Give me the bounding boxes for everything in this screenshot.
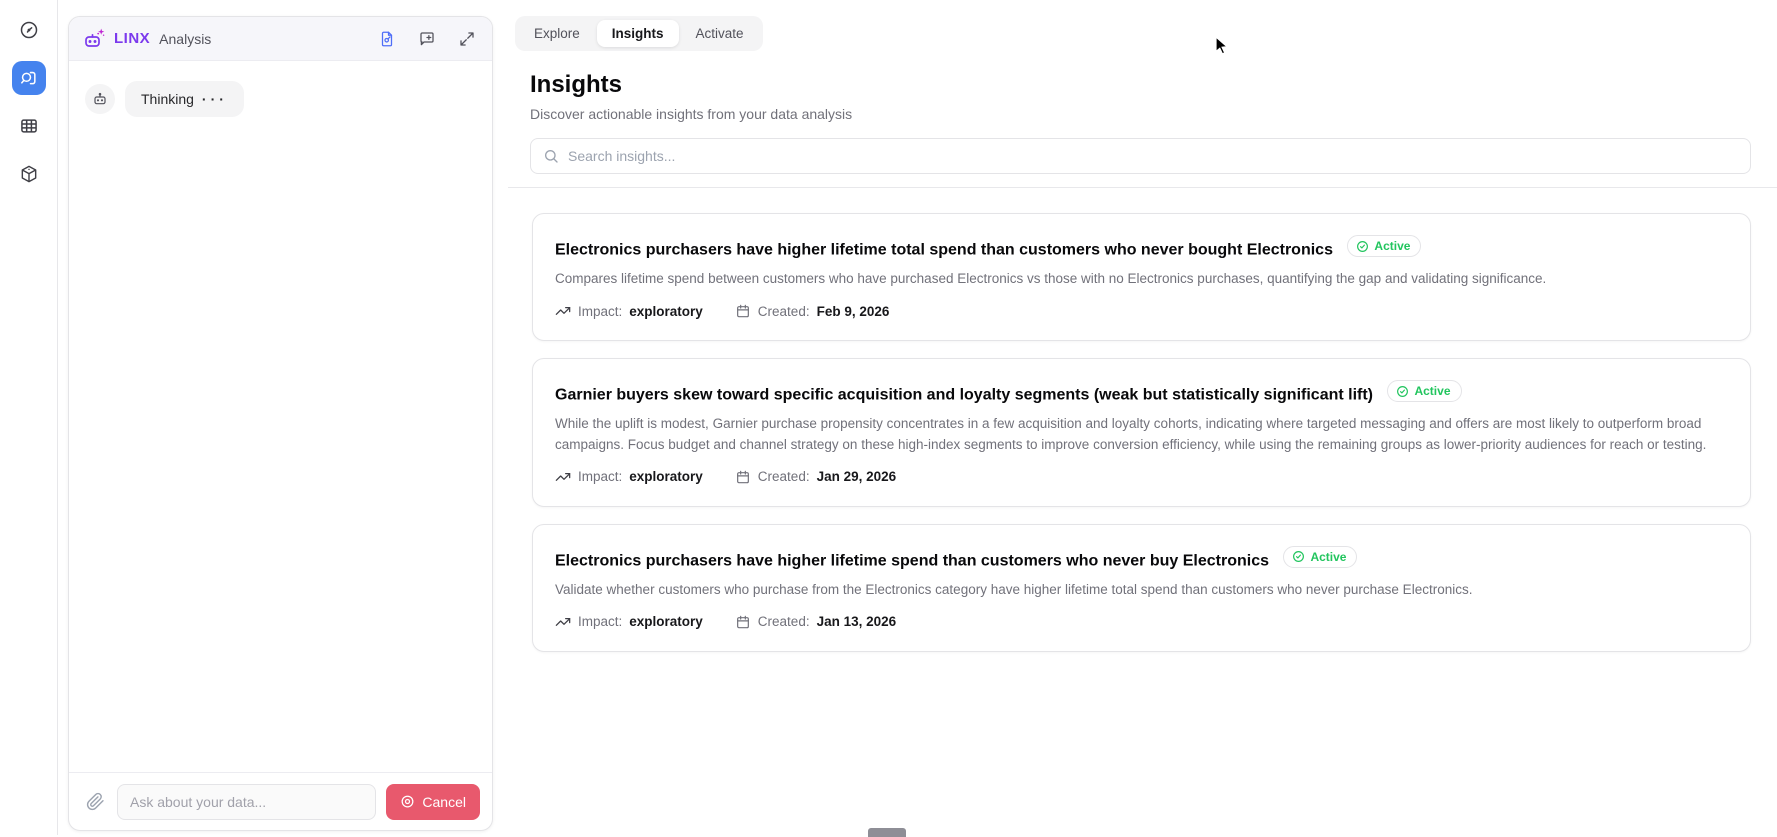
insight-card-list: Electronics purchasers have higher lifet… — [508, 188, 1777, 652]
cancel-button[interactable]: Cancel — [386, 783, 480, 820]
insight-title: Electronics purchasers have higher lifet… — [555, 241, 1333, 259]
assistant-message: Thinking ··· — [85, 81, 476, 117]
impact-value: exploratory — [629, 303, 703, 319]
view-tabbar: Explore Insights Activate — [515, 16, 763, 51]
check-circle-icon — [1293, 551, 1305, 563]
search-insights-input[interactable] — [568, 148, 1738, 164]
trending-up-icon — [555, 307, 571, 315]
status-badge: Active — [1283, 545, 1358, 568]
assistant-robot-avatar — [85, 84, 115, 114]
check-circle-icon — [1397, 385, 1409, 397]
insight-card[interactable]: Garnier buyers skew toward specific acqu… — [532, 358, 1751, 507]
panel-header: LINX Analysis — [69, 17, 492, 61]
calendar-icon — [736, 470, 749, 484]
tab-activate[interactable]: Activate — [681, 20, 759, 47]
thinking-bubble: Thinking ··· — [125, 81, 244, 117]
chat-area: Thinking ··· — [69, 61, 492, 772]
document-edit-icon[interactable] — [376, 28, 398, 50]
created-value: Jan 13, 2026 — [816, 614, 897, 630]
thinking-dots: ··· — [201, 91, 228, 107]
insight-title: Electronics purchasers have higher lifet… — [555, 552, 1269, 570]
tab-insights[interactable]: Insights — [596, 20, 679, 47]
trending-up-icon — [555, 472, 571, 481]
tab-explore[interactable]: Explore — [519, 20, 595, 47]
trending-up-icon — [555, 618, 571, 626]
created-value: Feb 9, 2026 — [816, 303, 890, 319]
analysis-search-icon[interactable] — [11, 61, 46, 95]
comment-add-icon[interactable] — [416, 28, 438, 50]
analysis-panel: LINX Analysis Thinking ··· Ask about you… — [68, 16, 493, 831]
status-badge: Active — [1387, 380, 1462, 403]
insight-card[interactable]: Electronics purchasers have higher lifet… — [532, 523, 1751, 652]
table-icon[interactable] — [12, 109, 46, 143]
created-value: Jan 29, 2026 — [816, 469, 897, 485]
impact-value: exploratory — [629, 614, 703, 630]
insight-meta: Impact: exploratory Created: Jan 13, 202… — [555, 614, 1728, 630]
ask-data-input[interactable] — [117, 783, 377, 820]
insight-description: While the uplift is modest, Garnier purc… — [555, 416, 1707, 453]
check-circle-icon — [1357, 240, 1369, 252]
impact-value: exploratory — [629, 469, 703, 485]
main-area: Explore Insights Activate Insights Disco… — [508, 0, 1777, 835]
search-icon — [545, 150, 558, 163]
insight-description: Validate whether customers who purchase … — [555, 582, 1473, 598]
attachment-paperclip-icon[interactable] — [83, 790, 107, 814]
insight-meta: Impact: exploratory Created: Feb 9, 2026 — [555, 303, 1728, 319]
page-title: Insights — [530, 71, 623, 98]
clock-icon[interactable] — [12, 13, 46, 47]
status-badge: Active — [1347, 235, 1422, 257]
composer-bar: Cancel — [69, 772, 492, 830]
insight-card[interactable]: Electronics purchasers have higher lifet… — [532, 213, 1751, 342]
circle-dot-icon — [401, 795, 414, 808]
page-subtitle: Discover actionable insights from your d… — [530, 106, 853, 122]
bottom-peek-handle — [868, 828, 906, 837]
thinking-text: Thinking — [141, 91, 194, 107]
insight-title: Garnier buyers skew toward specific acqu… — [555, 386, 1374, 404]
linx-robot-logo-icon — [83, 27, 107, 51]
linx-logo-text: LINX — [114, 30, 151, 47]
calendar-icon — [736, 304, 749, 318]
icon-rail — [0, 0, 58, 835]
panel-title: Analysis — [159, 30, 212, 47]
cancel-label: Cancel — [422, 793, 466, 810]
cube-icon[interactable] — [12, 157, 46, 191]
calendar-icon — [736, 615, 749, 629]
insight-description: Compares lifetime spend between customer… — [555, 271, 1547, 287]
insights-search — [530, 138, 1751, 174]
insight-meta: Impact: exploratory Created: Jan 29, 202… — [555, 469, 1728, 485]
expand-icon[interactable] — [456, 28, 478, 50]
